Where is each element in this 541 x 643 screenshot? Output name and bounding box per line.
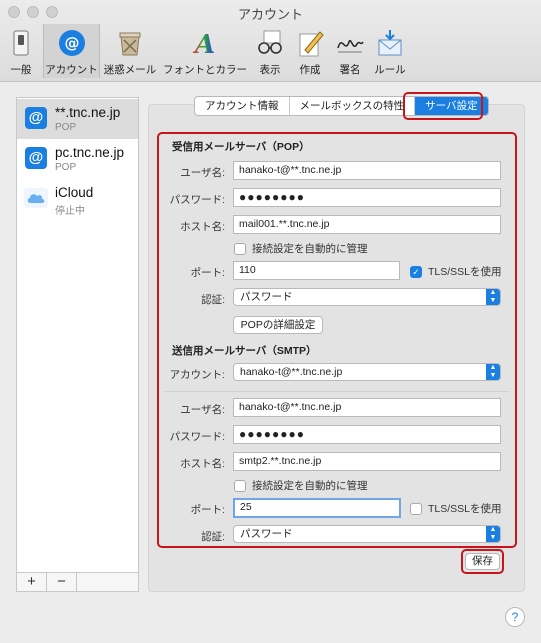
signature-icon	[337, 39, 364, 53]
toolbar-junk-button[interactable]: 迷惑メール	[103, 24, 157, 78]
checkbox-icon	[410, 503, 422, 516]
checkbox-icon	[234, 480, 246, 493]
toolbar-view-button[interactable]: 表示	[252, 24, 288, 78]
svg-text:@: @	[64, 34, 79, 52]
window-title: アカウント	[237, 7, 303, 22]
checkbox-icon	[234, 243, 246, 256]
section-divider	[165, 391, 509, 392]
incoming-auto-manage-label: 接続設定を自動的に管理	[252, 243, 368, 255]
account-status: POP	[55, 162, 77, 173]
updown-arrows-icon: ▲ ▼	[486, 289, 500, 305]
tab-account-info[interactable]: アカウント情報	[195, 97, 290, 115]
outgoing-username-field[interactable]: hanako-t@**.tnc.ne.jp	[233, 398, 501, 417]
font-color-icon: A	[192, 30, 215, 58]
outgoing-host-label: ホスト名:	[180, 458, 225, 470]
outgoing-account-select[interactable]: hanako-t@**.tnc.ne.jp ▲ ▼	[233, 363, 501, 381]
pop-advanced-button[interactable]: POPの詳細設定	[233, 316, 323, 334]
account-name: pc.tnc.ne.jp	[55, 145, 125, 160]
rules-envelope-icon	[378, 30, 402, 56]
tab-mailbox-behaviors[interactable]: メールボックスの特性	[290, 97, 416, 115]
outgoing-port-field[interactable]: 25	[233, 498, 401, 518]
checkmark-icon: ✓	[410, 266, 422, 279]
svg-text:A: A	[192, 30, 215, 58]
toolbar-label: 一般	[10, 64, 32, 76]
add-account-button[interactable]: +	[17, 573, 47, 591]
incoming-tls-label: TLS/SSLを使用	[428, 266, 502, 278]
outgoing-auto-manage-checkbox[interactable]: 接続設定を自動的に管理	[234, 478, 368, 493]
incoming-password-label: パスワード:	[169, 194, 225, 206]
toolbar-label: アカウント	[45, 64, 98, 76]
accounts-list: @ **.tnc.ne.jp POP @ pc.tnc.ne.jp POP iC…	[16, 97, 139, 592]
remove-account-button[interactable]: −	[47, 573, 77, 591]
outgoing-auto-manage-label: 接続設定を自動的に管理	[252, 480, 368, 492]
toolbar-label: 表示	[259, 64, 281, 76]
incoming-server-heading: 受信用メールサーバ（POP）	[172, 141, 310, 153]
toolbar-label: ルール	[374, 64, 406, 76]
toolbar-rules-button[interactable]: ルール	[370, 24, 410, 78]
toolbar-compose-button[interactable]: 作成	[292, 24, 328, 78]
toolbar-label: 署名	[339, 64, 361, 76]
help-button[interactable]: ?	[505, 607, 525, 627]
at-icon: @	[25, 107, 47, 129]
account-name: iCloud	[55, 185, 94, 200]
toolbar-label: 迷惑メール	[103, 64, 157, 76]
outgoing-port-label: ポート:	[190, 504, 225, 516]
toolbar-fonts-colors-button[interactable]: A フォントとカラー	[161, 24, 249, 78]
outgoing-host-field[interactable]: smtp2.**.tnc.ne.jp	[233, 452, 501, 471]
incoming-auth-value: パスワード	[240, 291, 293, 303]
icloud-icon	[24, 188, 48, 208]
incoming-port-field[interactable]: 110	[233, 261, 400, 280]
toolbar-label: 作成	[299, 64, 321, 76]
junk-bin-icon	[119, 32, 141, 56]
outgoing-account-value: hanako-t@**.tnc.ne.jp	[240, 366, 343, 378]
account-status: POP	[55, 122, 77, 133]
incoming-auth-select[interactable]: パスワード ▲ ▼	[233, 288, 501, 306]
outgoing-username-label: ユーザ名:	[180, 404, 225, 416]
glasses-icon	[258, 30, 282, 54]
incoming-password-field[interactable]: ●●●●●●●●	[233, 188, 501, 207]
accounts-list-footer: + −	[16, 572, 139, 592]
account-name: **.tnc.ne.jp	[55, 105, 121, 120]
preferences-window: アカウント 一般 @ アカウント 迷惑メール A フォントとカラー 表示 作成 …	[0, 0, 541, 643]
outgoing-tls-checkbox[interactable]: TLS/SSLを使用	[410, 501, 502, 516]
at-icon: @	[58, 30, 85, 56]
outgoing-password-field[interactable]: ●●●●●●●●	[233, 425, 501, 444]
toolbar-accounts-button[interactable]: @ アカウント	[43, 24, 100, 78]
account-status: 停止中	[55, 206, 85, 217]
updown-arrows-icon: ▲ ▼	[486, 364, 500, 380]
highlight-save-button	[461, 549, 504, 574]
account-item[interactable]: @ **.tnc.ne.jp POP	[17, 99, 138, 139]
compose-pencil-icon	[299, 31, 324, 57]
highlight-server-tab	[403, 92, 483, 120]
incoming-tls-checkbox[interactable]: ✓ TLS/SSLを使用	[410, 264, 502, 279]
incoming-port-label: ポート:	[190, 267, 225, 279]
outgoing-server-heading: 送信用メールサーバ（SMTP）	[172, 345, 317, 357]
incoming-host-label: ホスト名:	[180, 221, 225, 233]
incoming-host-field[interactable]: mail001.**.tnc.ne.jp	[233, 215, 501, 234]
outgoing-password-label: パスワード:	[169, 431, 225, 443]
outgoing-tls-label: TLS/SSLを使用	[428, 503, 502, 515]
toolbar-general-button[interactable]: 一般	[4, 24, 38, 78]
at-icon: @	[25, 147, 47, 169]
outgoing-account-label: アカウント:	[169, 369, 225, 381]
updown-arrows-icon: ▲ ▼	[486, 526, 500, 542]
toolbar-signature-button[interactable]: 署名	[332, 24, 368, 78]
title-bar: アカウント 一般 @ アカウント 迷惑メール A フォントとカラー 表示 作成 …	[0, 0, 541, 82]
toolbar-label: フォントとカラー	[163, 64, 247, 76]
incoming-auto-manage-checkbox[interactable]: 接続設定を自動的に管理	[234, 241, 368, 256]
incoming-username-field[interactable]: hanako-t@**.tnc.ne.jp	[233, 161, 501, 180]
outgoing-auth-label: 認証:	[201, 531, 225, 543]
outgoing-auth-value: パスワード	[240, 528, 293, 540]
account-item[interactable]: iCloud 停止中	[17, 179, 138, 219]
switch-icon	[13, 30, 29, 56]
account-item[interactable]: @ pc.tnc.ne.jp POP	[17, 139, 138, 179]
incoming-auth-label: 認証:	[201, 294, 225, 306]
incoming-username-label: ユーザ名:	[180, 167, 225, 179]
outgoing-auth-select[interactable]: パスワード ▲ ▼	[233, 525, 501, 543]
